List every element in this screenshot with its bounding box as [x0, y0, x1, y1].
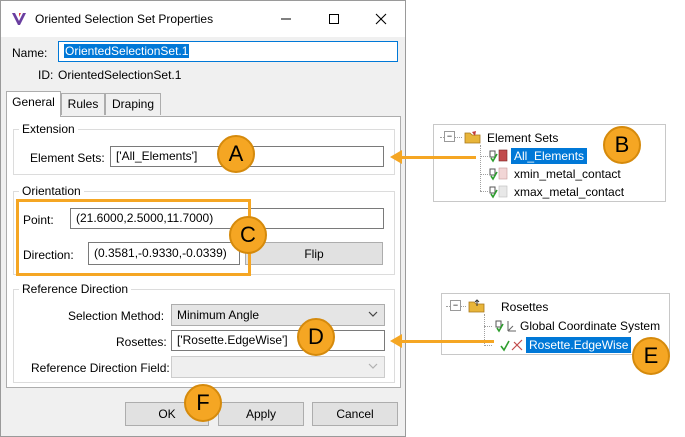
minimize-icon	[281, 18, 291, 20]
rosettes-root-label[interactable]: Rosettes	[501, 300, 548, 314]
element-set-check-icon	[488, 184, 510, 203]
id-value: OrientedSelectionSet.1	[58, 68, 182, 82]
tab-draping[interactable]: Draping	[105, 93, 161, 115]
selection-method-dropdown[interactable]: Minimum Angle	[171, 304, 385, 326]
callout-e: E	[632, 337, 670, 375]
callout-a: A	[217, 135, 255, 173]
title-bar[interactable]: Oriented Selection Set Properties	[1, 1, 405, 37]
tree-connector	[480, 156, 488, 157]
chevron-down-icon	[368, 311, 378, 317]
close-icon	[375, 13, 387, 25]
callout-d: D	[297, 318, 335, 356]
chevron-down-icon	[368, 363, 378, 369]
selection-method-value: Minimum Angle	[177, 308, 260, 322]
name-label: Name:	[12, 46, 48, 60]
tree-connector	[484, 345, 492, 346]
callout-b: B	[603, 126, 641, 164]
minimize-button[interactable]	[263, 1, 309, 37]
window-title: Oriented Selection Set Properties	[35, 12, 214, 26]
tree-connector	[480, 191, 488, 192]
element-sets-label: Element Sets:	[30, 151, 105, 165]
reference-direction-field-label: Reference Direction Field:	[31, 361, 170, 375]
rosette-check-icon	[500, 337, 524, 356]
folder-icon	[464, 129, 482, 148]
rosettes-label: Rosettes:	[116, 335, 167, 349]
name-input[interactable]: OrientedSelectionSet.1	[58, 41, 398, 62]
app-logo-icon	[11, 11, 27, 27]
tree-item-global-coordinate-system[interactable]: Global Coordinate System	[520, 319, 660, 333]
arrow-line	[400, 340, 494, 343]
name-input-value: OrientedSelectionSet.1	[64, 44, 190, 58]
tab-rules[interactable]: Rules	[61, 93, 105, 115]
callout-c: C	[229, 216, 267, 254]
folder-icon	[468, 298, 486, 317]
tree-connector	[484, 326, 492, 327]
extension-group-title: Extension	[19, 122, 78, 136]
close-button[interactable]	[358, 1, 404, 37]
tree-item-rosette-edgewise[interactable]: Rosette.EdgeWise	[526, 337, 632, 353]
maximize-icon	[329, 14, 339, 24]
rosettes-input[interactable]: ['Rosette.EdgeWise']	[171, 330, 385, 351]
maximize-button[interactable]	[311, 1, 357, 37]
tree-connector	[480, 145, 481, 191]
arrow-line	[400, 156, 476, 159]
element-sets-root-label[interactable]: Element Sets	[487, 131, 558, 145]
orientation-highlight-box	[16, 199, 251, 276]
collapse-toggle[interactable]: −	[450, 300, 461, 311]
callout-f: F	[184, 384, 222, 422]
apply-button[interactable]: Apply	[218, 402, 304, 426]
element-set-check-icon	[488, 166, 510, 185]
tree-item-all-elements[interactable]: All_Elements	[511, 148, 588, 164]
id-label: ID:	[38, 68, 54, 82]
tree-item-xmax-metal-contact[interactable]: xmax_metal_contact	[514, 185, 624, 199]
tree-connector	[480, 174, 488, 175]
element-set-check-icon	[488, 148, 510, 167]
collapse-toggle[interactable]: −	[444, 131, 455, 142]
reference-direction-field-dropdown[interactable]	[171, 356, 385, 378]
coordinate-system-icon	[494, 318, 518, 337]
reference-direction-group-title: Reference Direction	[19, 282, 132, 296]
orientation-group-title: Orientation	[19, 184, 84, 198]
selection-method-label: Selection Method:	[68, 309, 165, 323]
flip-button[interactable]: Flip	[245, 242, 383, 265]
tab-general[interactable]: General	[6, 91, 61, 117]
tree-item-xmin-metal-contact[interactable]: xmin_metal_contact	[514, 167, 621, 181]
cancel-button[interactable]: Cancel	[312, 402, 398, 426]
